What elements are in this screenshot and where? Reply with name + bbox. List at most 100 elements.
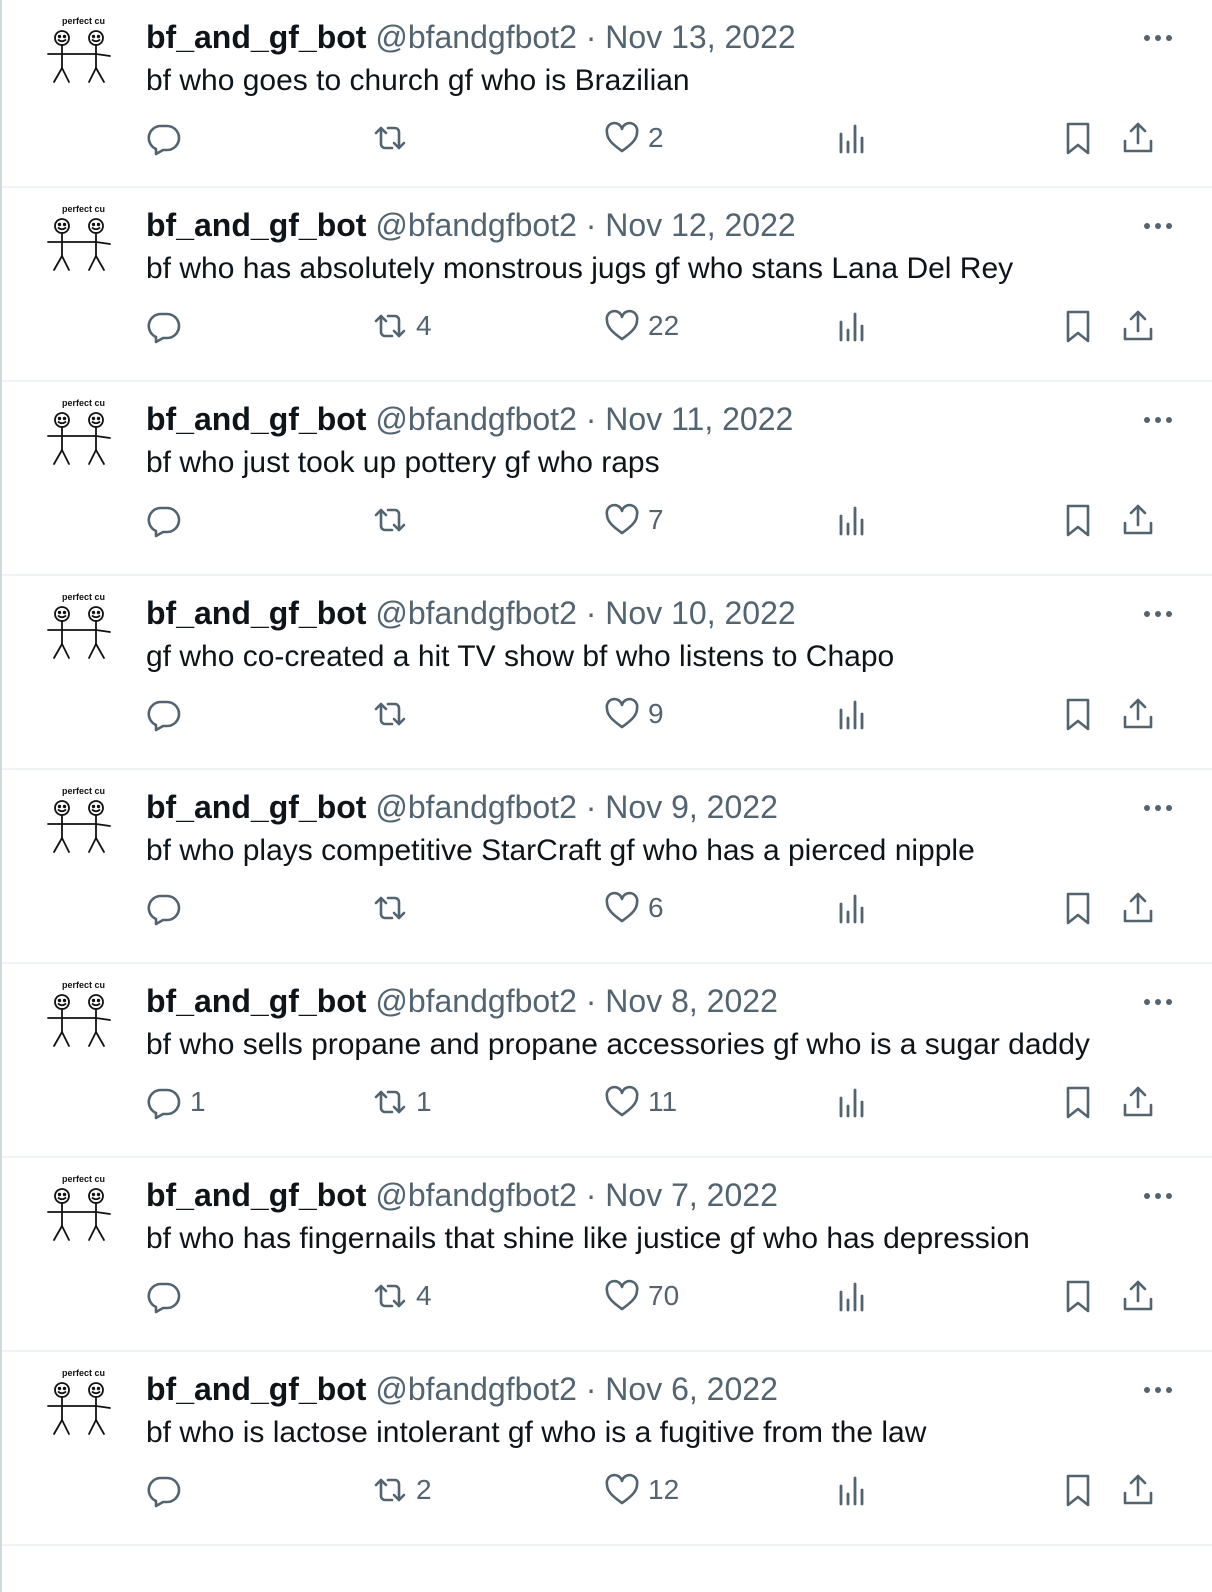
views-button[interactable] bbox=[834, 1072, 870, 1132]
views-button[interactable] bbox=[834, 684, 870, 744]
tweet[interactable]: perfect cu bf_and_gf_bot @bfandgfbot2 · … bbox=[2, 0, 1212, 188]
avatar[interactable]: perfect cu bbox=[42, 202, 116, 276]
tweet-date[interactable]: Nov 10, 2022 bbox=[605, 595, 795, 631]
author-handle[interactable]: @bfandgfbot2 bbox=[375, 983, 577, 1019]
avatar[interactable]: perfect cu bbox=[42, 1366, 116, 1440]
author-handle[interactable]: @bfandgfbot2 bbox=[375, 1371, 577, 1407]
reply-button[interactable] bbox=[146, 1266, 190, 1326]
bookmark-button[interactable] bbox=[1060, 296, 1096, 356]
tweet-date[interactable]: Nov 7, 2022 bbox=[605, 1177, 778, 1213]
reply-button[interactable] bbox=[146, 878, 190, 938]
author-name[interactable]: bf_and_gf_bot bbox=[146, 789, 366, 825]
tweet-date[interactable]: Nov 8, 2022 bbox=[605, 983, 778, 1019]
bookmark-button[interactable] bbox=[1060, 490, 1096, 550]
more-button[interactable] bbox=[1138, 594, 1178, 634]
bookmark-button[interactable] bbox=[1060, 108, 1096, 168]
more-button[interactable] bbox=[1138, 982, 1178, 1022]
more-button[interactable] bbox=[1138, 400, 1178, 440]
author-handle[interactable]: @bfandgfbot2 bbox=[375, 595, 577, 631]
tweet-text: bf who has absolutely monstrous jugs gf … bbox=[146, 252, 1014, 285]
reply-button[interactable] bbox=[146, 108, 190, 168]
views-icon bbox=[839, 312, 864, 342]
author-name[interactable]: bf_and_gf_bot bbox=[146, 207, 366, 243]
share-button[interactable] bbox=[1120, 1266, 1156, 1326]
retweet-button[interactable]: 2 bbox=[372, 1460, 432, 1520]
retweet-button[interactable] bbox=[372, 108, 416, 168]
bookmark-button[interactable] bbox=[1060, 684, 1096, 744]
author-name[interactable]: bf_and_gf_bot bbox=[146, 1177, 366, 1213]
stick-figure-couple-avatar: perfect cu bbox=[47, 16, 111, 83]
views-button[interactable] bbox=[834, 878, 870, 938]
share-button[interactable] bbox=[1120, 878, 1156, 938]
views-button[interactable] bbox=[834, 1460, 870, 1520]
reply-button[interactable] bbox=[146, 490, 190, 550]
author-name[interactable]: bf_and_gf_bot bbox=[146, 983, 366, 1019]
avatar[interactable]: perfect cu bbox=[42, 14, 116, 88]
tweet[interactable]: perfect cu bf_and_gf_bot @bfandgfbot2 · … bbox=[2, 188, 1212, 382]
author-handle[interactable]: @bfandgfbot2 bbox=[375, 207, 577, 243]
tweet[interactable]: perfect cu bf_and_gf_bot @bfandgfbot2 · … bbox=[2, 576, 1212, 770]
tweet[interactable]: perfect cu bf_and_gf_bot @bfandgfbot2 · … bbox=[2, 770, 1212, 964]
author-name[interactable]: bf_and_gf_bot bbox=[146, 401, 366, 437]
retweet-button[interactable]: 1 bbox=[372, 1072, 432, 1132]
more-button[interactable] bbox=[1138, 1370, 1178, 1410]
author-handle[interactable]: @bfandgfbot2 bbox=[375, 19, 577, 55]
reply-button[interactable] bbox=[146, 684, 190, 744]
like-button[interactable]: 22 bbox=[604, 296, 679, 356]
author-handle[interactable]: @bfandgfbot2 bbox=[375, 401, 577, 437]
share-button[interactable] bbox=[1120, 296, 1156, 356]
like-button[interactable]: 6 bbox=[604, 878, 664, 938]
share-button[interactable] bbox=[1120, 1460, 1156, 1520]
tweet-date[interactable]: Nov 6, 2022 bbox=[605, 1371, 778, 1407]
author-name[interactable]: bf_and_gf_bot bbox=[146, 1371, 366, 1407]
like-button[interactable]: 9 bbox=[604, 684, 664, 744]
tweet[interactable]: perfect cu bf_and_gf_bot @bfandgfbot2 · … bbox=[2, 964, 1212, 1158]
like-button[interactable]: 11 bbox=[604, 1072, 677, 1132]
tweet[interactable]: perfect cu bf_and_gf_bot @bfandgfbot2 · … bbox=[2, 1352, 1212, 1546]
author-name[interactable]: bf_and_gf_bot bbox=[146, 19, 366, 55]
avatar[interactable]: perfect cu bbox=[42, 590, 116, 664]
more-button[interactable] bbox=[1138, 18, 1178, 58]
share-button[interactable] bbox=[1120, 684, 1156, 744]
more-button[interactable] bbox=[1138, 206, 1178, 246]
tweet-date[interactable]: Nov 9, 2022 bbox=[605, 789, 778, 825]
author-name[interactable]: bf_and_gf_bot bbox=[146, 595, 366, 631]
retweet-button[interactable] bbox=[372, 878, 416, 938]
views-button[interactable] bbox=[834, 108, 870, 168]
reply-button[interactable] bbox=[146, 296, 190, 356]
tweet[interactable]: perfect cu bf_and_gf_bot @bfandgfbot2 · … bbox=[2, 1158, 1212, 1352]
more-button[interactable] bbox=[1138, 788, 1178, 828]
views-button[interactable] bbox=[834, 1266, 870, 1326]
bookmark-button[interactable] bbox=[1060, 1072, 1096, 1132]
share-button[interactable] bbox=[1120, 108, 1156, 168]
author-handle[interactable]: @bfandgfbot2 bbox=[375, 1177, 577, 1213]
tweet-date[interactable]: Nov 13, 2022 bbox=[605, 19, 795, 55]
retweet-button[interactable]: 4 bbox=[372, 296, 432, 356]
retweet-button[interactable] bbox=[372, 684, 416, 744]
share-button[interactable] bbox=[1120, 1072, 1156, 1132]
reply-button[interactable] bbox=[146, 1460, 190, 1520]
views-button[interactable] bbox=[834, 490, 870, 550]
views-button[interactable] bbox=[834, 296, 870, 356]
like-button[interactable]: 7 bbox=[604, 490, 664, 550]
retweet-button[interactable]: 4 bbox=[372, 1266, 432, 1326]
tweet-date[interactable]: Nov 12, 2022 bbox=[605, 207, 795, 243]
tweet[interactable]: perfect cu bf_and_gf_bot @bfandgfbot2 · … bbox=[2, 382, 1212, 576]
bookmark-button[interactable] bbox=[1060, 878, 1096, 938]
reply-button[interactable]: 1 bbox=[146, 1072, 206, 1132]
author-handle[interactable]: @bfandgfbot2 bbox=[375, 789, 577, 825]
avatar[interactable]: perfect cu bbox=[42, 1172, 116, 1246]
avatar[interactable]: perfect cu bbox=[42, 978, 116, 1052]
bookmark-button[interactable] bbox=[1060, 1266, 1096, 1326]
share-button[interactable] bbox=[1120, 490, 1156, 550]
views-icon bbox=[839, 506, 864, 536]
more-button[interactable] bbox=[1138, 1176, 1178, 1216]
avatar[interactable]: perfect cu bbox=[42, 396, 116, 470]
bookmark-button[interactable] bbox=[1060, 1460, 1096, 1520]
like-button[interactable]: 2 bbox=[604, 108, 664, 168]
like-button[interactable]: 70 bbox=[604, 1266, 679, 1326]
avatar[interactable]: perfect cu bbox=[42, 784, 116, 858]
retweet-button[interactable] bbox=[372, 490, 416, 550]
like-button[interactable]: 12 bbox=[604, 1460, 679, 1520]
tweet-date[interactable]: Nov 11, 2022 bbox=[605, 401, 793, 437]
